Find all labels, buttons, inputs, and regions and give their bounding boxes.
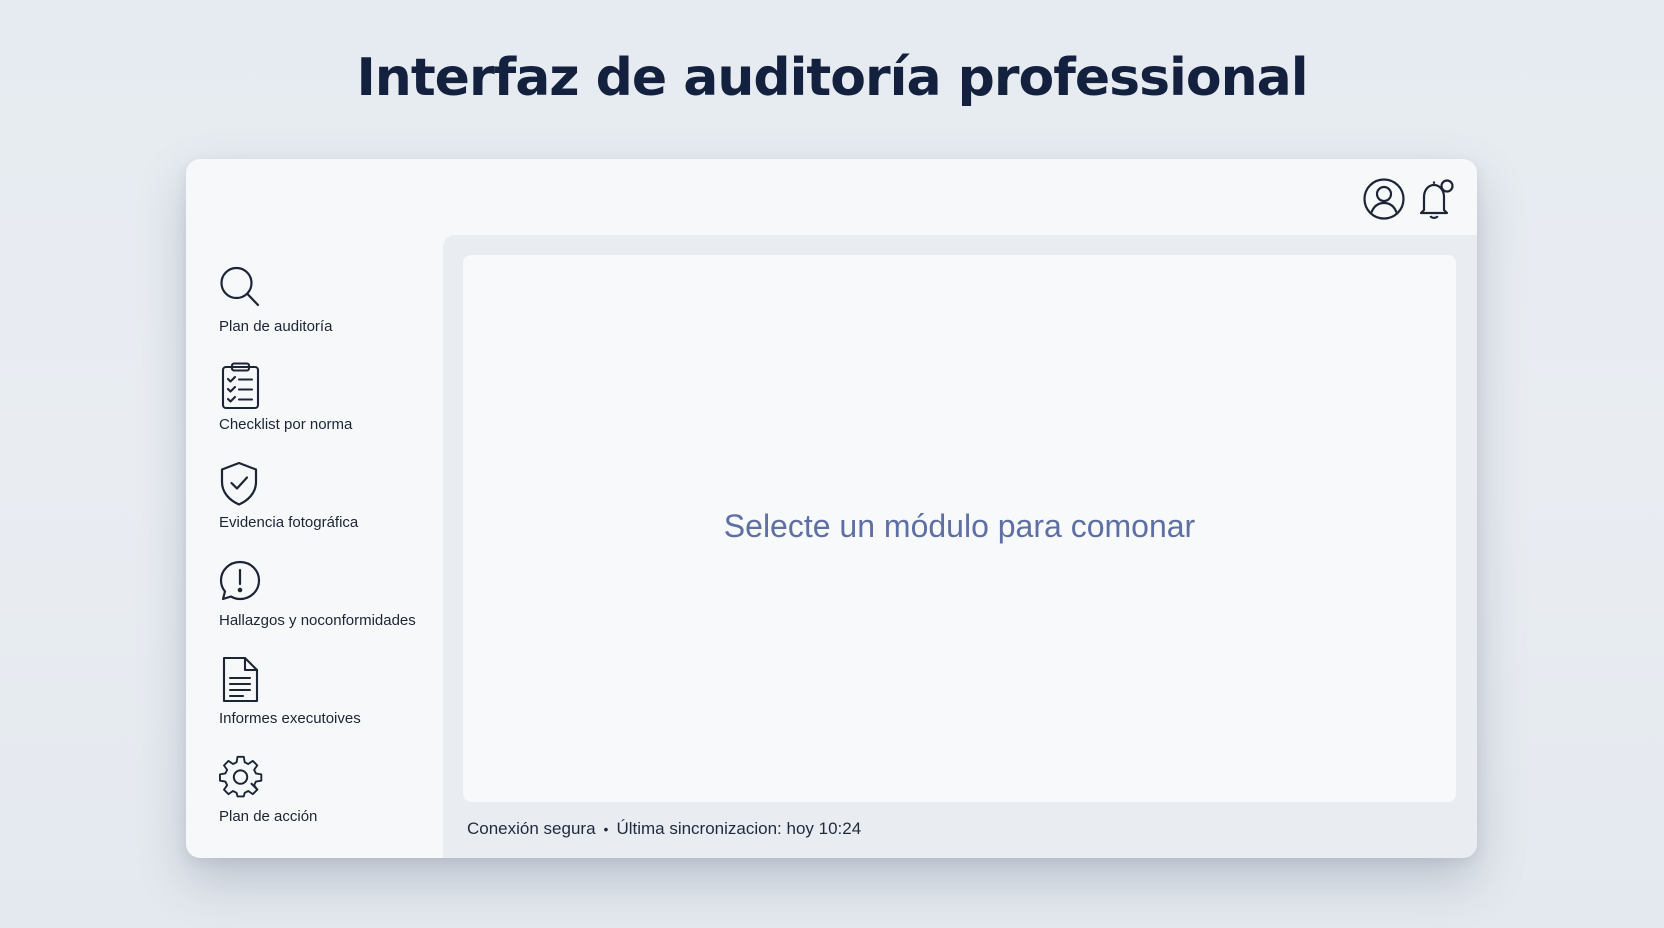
sidebar-item-plan-de-auditoria[interactable]: Plan de auditoría [219,265,439,355]
user-account-icon[interactable] [1362,177,1406,221]
page-title: Interfaz de auditoría professional [356,48,1308,108]
sidebar-item-evidencia-fotografica[interactable]: Evidencia fotográfica [219,461,439,551]
sidebar-item-label: Evidencia fotográfica [219,514,359,531]
sidebar-item-checklist-por-norma[interactable]: Checklist por norma [219,362,439,453]
shield-check-icon [219,461,263,507]
sidebar-item-informes[interactable]: Informes executoives [219,656,439,747]
status-separator: • [603,821,609,837]
sidebar-item-label: Checklist por norma [219,416,353,433]
notification-bell-icon[interactable] [1414,177,1458,221]
sidebar-item-label: Hallazgos y noconformidades [219,612,416,629]
main-content-area: Selecte un módulo para comonar Conexión … [443,235,1477,858]
sidebar-item-label: Plan de acción [219,808,318,825]
status-bar: Conexión segura • Última sincronizacion: h… [467,819,861,839]
sidebar-item-label: Plan de auditoría [219,318,333,335]
gear-icon [219,755,263,801]
module-content-panel: Selecte un módulo para comonar [463,255,1456,802]
app-window: Plan de auditoría Checklist por norma Ev… [186,159,1477,858]
empty-state-message: Selecte un módulo para comonar [723,508,1196,544]
connection-status: Conexión segura [467,819,596,838]
last-sync-status: Última sincronizacion: hoy 10:24 [616,819,862,838]
search-icon [219,265,263,311]
topbar [186,159,1477,235]
clipboard-checklist-icon [219,362,263,410]
document-icon [219,656,263,703]
sidebar-item-plan-de-accion[interactable]: Plan de acción [219,755,439,845]
sidebar-item-hallazgos[interactable]: Hallazgos y noconformidades [219,559,439,649]
sidebar: Plan de auditoría Checklist por norma Ev… [186,235,442,858]
sidebar-item-label: Informes executoives [219,710,361,727]
alert-bubble-icon [219,559,263,605]
